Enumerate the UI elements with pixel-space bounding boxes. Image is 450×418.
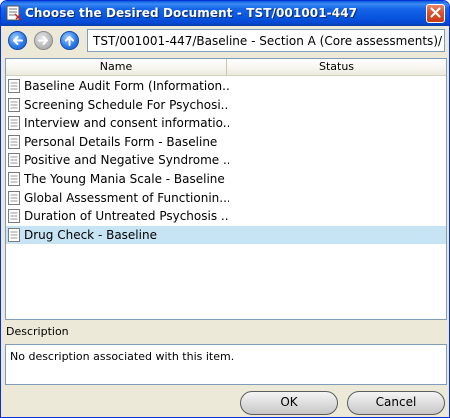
dialog-window: Choose the Desired Document - TST/001001…: [0, 0, 450, 418]
column-header-status[interactable]: Status: [227, 59, 446, 76]
document-icon: [8, 79, 21, 94]
description-box: No description associated with this item…: [5, 344, 447, 385]
document-icon: [8, 190, 21, 206]
list-item[interactable]: Screening Schedule For Psychosi...: [6, 96, 446, 115]
list-item-name: Duration of Untreated Psychosis ...: [24, 209, 229, 224]
close-button[interactable]: [426, 4, 445, 23]
document-icon: [8, 153, 21, 168]
list-item[interactable]: Baseline Audit Form (Information...: [6, 77, 446, 96]
list-item-name: The Young Mania Scale - Baseline: [24, 171, 225, 186]
list-item[interactable]: Positive and Negative Syndrome ...: [6, 151, 446, 170]
document-icon: [8, 116, 21, 131]
document-icon: [8, 134, 21, 150]
list-item-selected[interactable]: Drug Check - Baseline: [6, 225, 446, 245]
list-item-name: Personal Details Form - Baseline: [24, 134, 218, 149]
list-item[interactable]: Global Assessment of Functionin...: [6, 189, 446, 208]
list-header: Name Status: [6, 59, 446, 76]
list-item-name: Drug Check - Baseline: [24, 227, 157, 242]
document-icon: [8, 209, 21, 224]
list-item-name: Interview and consent informatio...: [24, 116, 229, 131]
list-item-name: Global Assessment of Functionin...: [24, 190, 229, 205]
path-field[interactable]: TST/001001-447/Baseline - Section A (Cor…: [87, 29, 445, 52]
list-item[interactable]: The Young Mania Scale - Baseline: [6, 170, 446, 189]
list-item[interactable]: Interview and consent informatio...: [6, 114, 446, 133]
list-body: Baseline Audit Form (Information... Scre…: [6, 77, 446, 245]
cancel-button[interactable]: Cancel: [347, 391, 445, 415]
document-icon: [8, 97, 21, 113]
window-title: Choose the Desired Document - TST/001001…: [25, 6, 358, 20]
ok-button[interactable]: OK: [240, 391, 338, 415]
close-icon: [430, 7, 441, 21]
title-bar[interactable]: Choose the Desired Document - TST/001001…: [1, 1, 449, 26]
app-document-icon: [6, 5, 22, 21]
column-header-name[interactable]: Name: [6, 59, 227, 76]
up-folder-button[interactable]: [60, 31, 79, 50]
list-item-name: Positive and Negative Syndrome ...: [24, 153, 229, 168]
list-item[interactable]: Personal Details Form - Baseline: [6, 133, 446, 152]
back-button[interactable]: [8, 31, 27, 50]
list-item[interactable]: Duration of Untreated Psychosis ...: [6, 207, 446, 226]
document-icon: [8, 171, 21, 187]
description-label: Description: [6, 325, 69, 338]
navigation-bar: TST/001001-447/Baseline - Section A (Cor…: [3, 27, 449, 54]
document-icon: [8, 227, 21, 243]
list-item-name: Baseline Audit Form (Information...: [24, 79, 229, 93]
list-item-name: Screening Schedule For Psychosi...: [24, 97, 229, 112]
forward-button[interactable]: [34, 31, 53, 50]
document-list[interactable]: Name Status Baseline Audit Form (Informa…: [5, 58, 447, 320]
